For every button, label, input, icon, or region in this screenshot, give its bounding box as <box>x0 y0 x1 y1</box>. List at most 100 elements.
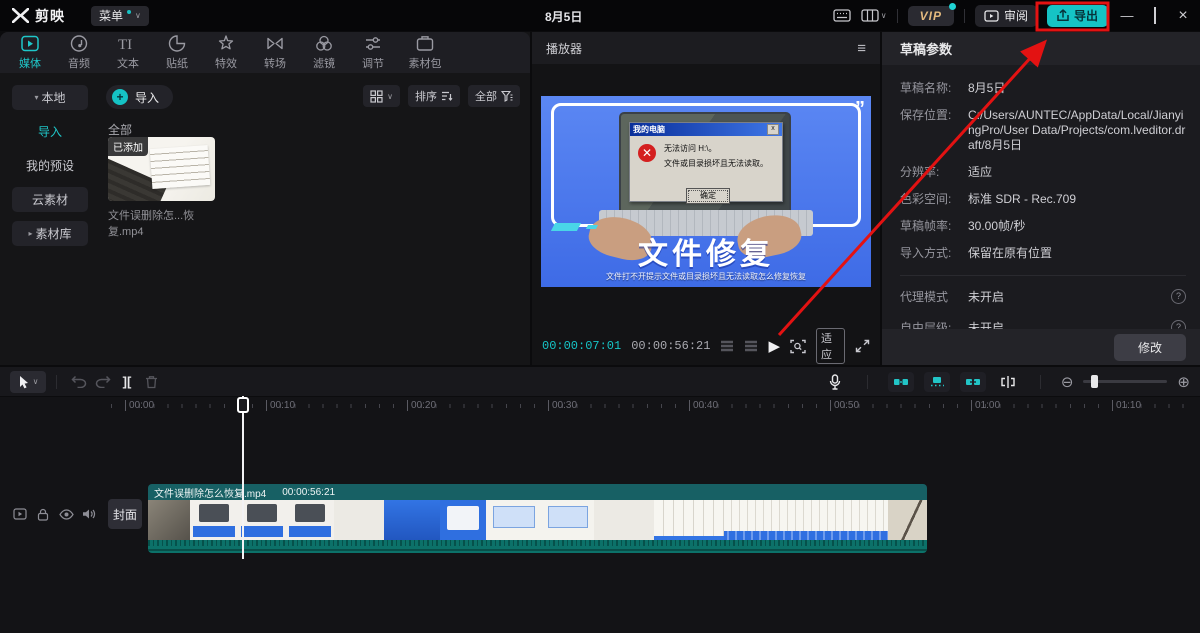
draft-panel-title: 草稿参数 <box>882 32 1200 65</box>
next-frame-icon[interactable] <box>744 340 758 352</box>
dialog-close-icon: x <box>767 124 779 135</box>
row-label: 分辨率: <box>900 165 968 180</box>
section-label-all: 全部 <box>108 121 132 138</box>
draft-row-colorspace: 色彩空间: 标准 SDR - Rec.709 <box>900 192 1186 207</box>
layout-switch-icon[interactable]: ∨ <box>861 9 887 22</box>
fullscreen-icon[interactable] <box>855 339 870 353</box>
main-track-magnet-icon[interactable] <box>888 372 914 392</box>
video-caption: 文件修复 <box>541 229 871 273</box>
ruler-label: 00:40 <box>689 400 718 411</box>
draft-row-name: 草稿名称: 8月5日 <box>900 81 1186 96</box>
linkage-icon[interactable] <box>960 372 986 392</box>
delete-icon[interactable] <box>139 375 163 389</box>
sidebar-item-presets[interactable]: 我的预设 <box>12 153 88 178</box>
hide-track-icon[interactable] <box>58 506 74 522</box>
filmstrip-frame <box>888 500 927 540</box>
sidebar-item-import[interactable]: 导入 <box>12 119 88 144</box>
zoom-out-icon[interactable]: ⊖ <box>1061 373 1074 391</box>
sidebar-item-local[interactable]: ▾ 本地 <box>12 85 88 110</box>
export-button[interactable]: 导出 <box>1047 5 1108 27</box>
draft-row-import-mode: 导入方式: 保留在原有位置 <box>900 246 1186 261</box>
preview-quality-icon[interactable] <box>790 339 806 354</box>
filter-icon <box>501 90 513 102</box>
tab-audio[interactable]: 音频 <box>59 34 99 71</box>
player-menu-icon[interactable]: ≡ <box>857 40 866 57</box>
zoom-slider-handle[interactable] <box>1091 375 1098 388</box>
filmstrip-frame <box>238 500 286 540</box>
tab-media[interactable]: 媒体 <box>10 34 50 71</box>
clip-audio-waveform <box>148 540 927 553</box>
tab-label: 特效 <box>215 55 237 71</box>
chevron-down-icon: ∨ <box>387 92 393 101</box>
video-clip[interactable]: 文件误删除怎么恢复.mp4 00:00:56:21 <box>148 484 927 553</box>
lock-track-icon[interactable] <box>35 506 51 522</box>
draft-row-framerate: 草稿帧率: 30.00帧/秒 <box>900 219 1186 234</box>
error-icon: ✕ <box>638 144 656 162</box>
tab-sticker[interactable]: 贴纸 <box>157 34 197 71</box>
playhead-handle[interactable] <box>237 397 249 413</box>
dialog-title: 我的电脑 <box>633 124 665 135</box>
undo-icon[interactable] <box>67 375 91 388</box>
tab-label: 音频 <box>68 55 90 71</box>
fit-button[interactable]: 适应 <box>816 328 845 364</box>
view-mode-button[interactable]: ∨ <box>363 85 400 107</box>
zoom-in-icon[interactable]: ⊕ <box>1177 373 1190 391</box>
menu-badge-dot <box>127 10 131 14</box>
sort-button[interactable]: 排序 <box>408 85 460 107</box>
review-label: 审阅 <box>1004 7 1028 24</box>
timeline-zoom-slider[interactable] <box>1083 380 1167 383</box>
record-voiceover-icon[interactable] <box>823 374 847 390</box>
minimize-button[interactable]: — <box>1118 8 1136 23</box>
redo-icon[interactable] <box>91 375 115 388</box>
filter-label: 全部 <box>475 88 497 104</box>
timeline-panel: ∨ ][ <box>0 367 1200 633</box>
tab-template-pack[interactable]: 素材包 <box>402 34 448 71</box>
filmstrip-frame <box>286 500 334 540</box>
clip-header: 文件误删除怎么恢复.mp4 00:00:56:21 <box>148 484 927 500</box>
info-icon[interactable]: ? <box>1171 289 1186 304</box>
error-text-line2: 文件或目录损坏且无法读取。 <box>664 158 776 169</box>
current-timecode: 00:00:07:01 <box>542 339 621 353</box>
review-button[interactable]: 审阅 <box>975 5 1037 27</box>
added-badge: 已添加 <box>108 137 148 156</box>
playhead[interactable] <box>242 396 244 559</box>
tab-text[interactable]: TI 文本 <box>108 34 148 71</box>
import-media-button[interactable]: + 导入 <box>106 85 173 109</box>
select-tool-button[interactable]: ∨ <box>10 371 46 393</box>
video-subtitle: 文件打不开提示文件或目录损坏且无法读取怎么修复恢复 <box>541 271 871 282</box>
close-button[interactable]: × <box>1174 7 1192 25</box>
prev-frame-icon[interactable] <box>720 340 734 352</box>
vip-badge-dot <box>949 3 956 10</box>
modify-button[interactable]: 修改 <box>1114 334 1186 361</box>
sidebar-item-label: 本地 <box>42 89 66 106</box>
restore-button[interactable] <box>1146 8 1164 23</box>
sidebar-item-label: 云素材 <box>32 191 68 208</box>
tab-effects[interactable]: 特效 <box>206 34 246 71</box>
thumbnail-paper-art <box>150 145 211 189</box>
sort-label: 排序 <box>415 88 437 104</box>
tab-label: 转场 <box>264 55 286 71</box>
ruler-label: 00:00 <box>125 400 154 411</box>
mute-track-icon[interactable] <box>81 506 97 522</box>
player-title: 播放器 <box>546 40 582 57</box>
vip-button[interactable]: VIP <box>908 6 954 26</box>
cover-button[interactable]: 封面 <box>108 499 142 529</box>
sidebar-item-stock[interactable]: ▸ 素材库 <box>12 221 88 246</box>
export-icon <box>1057 9 1069 22</box>
tab-filters[interactable]: 滤镜 <box>304 34 344 71</box>
divider <box>900 275 1186 276</box>
menu-button[interactable]: 菜单 ∨ <box>91 6 149 26</box>
sidebar-item-cloud[interactable]: 云素材 <box>12 187 88 212</box>
dialog-ok-button: 确定 <box>686 188 730 204</box>
filmstrip-frame <box>724 500 888 540</box>
play-button[interactable]: ▶ <box>768 337 780 355</box>
keyboard-shortcuts-icon[interactable] <box>833 9 851 22</box>
filter-all-button[interactable]: 全部 <box>468 85 520 107</box>
media-card[interactable]: 已添加 文件误删除怎...恢复.mp4 <box>108 137 215 239</box>
preview-axis-icon[interactable] <box>996 376 1020 388</box>
tab-transition[interactable]: 转场 <box>255 34 295 71</box>
split-icon[interactable]: ][ <box>115 374 139 389</box>
auto-snap-icon[interactable] <box>924 372 950 392</box>
tab-adjust[interactable]: 调节 <box>353 34 393 71</box>
timeline-ruler[interactable]: 00:00 00:10 00:20 00:30 00:40 00:50 01:0… <box>0 397 1200 415</box>
